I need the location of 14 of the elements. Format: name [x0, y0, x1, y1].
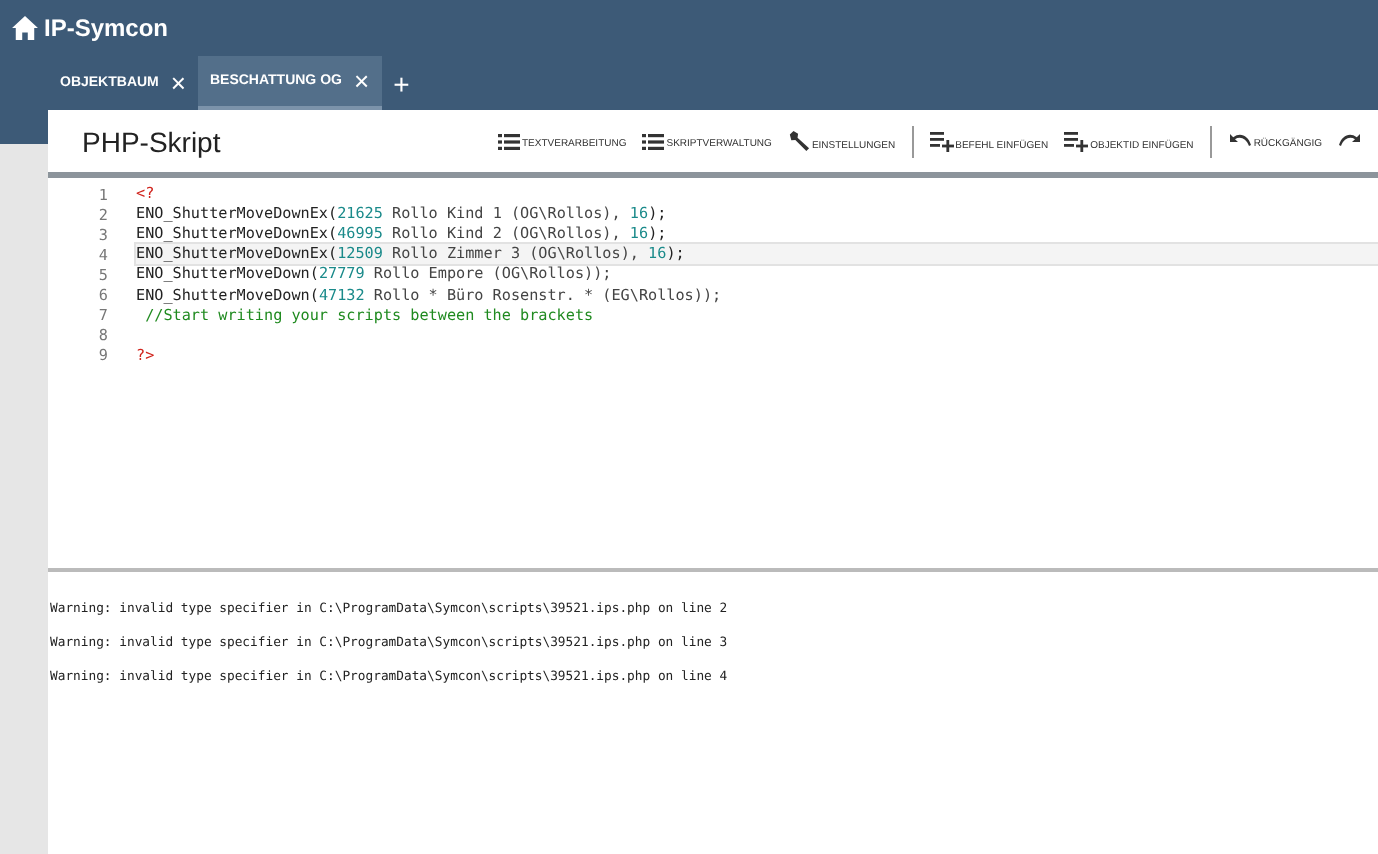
close-icon[interactable]: ×	[353, 66, 370, 96]
wrench-icon	[787, 130, 810, 152]
add-tab-button[interactable]: +	[393, 67, 410, 99]
undo-icon	[1227, 132, 1252, 150]
list-icon	[498, 133, 520, 149]
toolbar-button[interactable]	[1337, 132, 1362, 150]
insert-lines-icon	[929, 131, 954, 151]
insert-lines-icon	[1064, 131, 1089, 151]
home-icon[interactable]	[12, 16, 38, 40]
app-title: IP-Symcon	[44, 14, 169, 42]
redo-icon	[1337, 132, 1362, 150]
panel-title: PHP-Skript	[82, 125, 223, 157]
list-icon	[642, 133, 665, 149]
close-icon[interactable]: ×	[170, 68, 186, 98]
